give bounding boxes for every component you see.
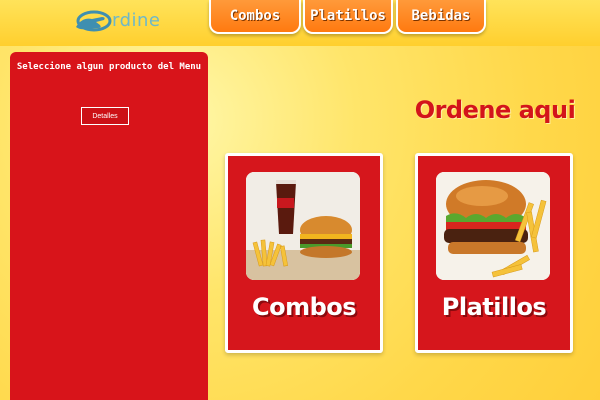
logo-text: rdine — [112, 9, 161, 31]
tab-label: Platillos — [310, 8, 386, 24]
card-platillos[interactable]: Platillos — [415, 153, 573, 353]
hand-pointer-icon — [72, 7, 114, 33]
logo[interactable]: rdine — [72, 6, 182, 34]
sidebar-panel: Seleccione algun producto del Menu Detal… — [10, 52, 208, 400]
page-title: Ordene aqui — [414, 96, 576, 124]
tab-label: Bebidas — [411, 8, 471, 24]
tab-combos[interactable]: Combos — [209, 0, 301, 34]
card-label: Combos — [251, 293, 357, 321]
tab-label: Combos — [229, 8, 281, 24]
burger-fries-photo — [436, 172, 550, 280]
details-button[interactable]: Detalles — [81, 107, 129, 125]
sidebar-message: Seleccione algun producto del Menu — [16, 62, 202, 72]
tab-bebidas[interactable]: Bebidas — [396, 0, 486, 34]
combo-meal-photo — [246, 172, 360, 280]
tab-platillos[interactable]: Platillos — [303, 0, 393, 34]
card-label: Platillos — [441, 293, 547, 321]
card-combos[interactable]: Combos — [225, 153, 383, 353]
